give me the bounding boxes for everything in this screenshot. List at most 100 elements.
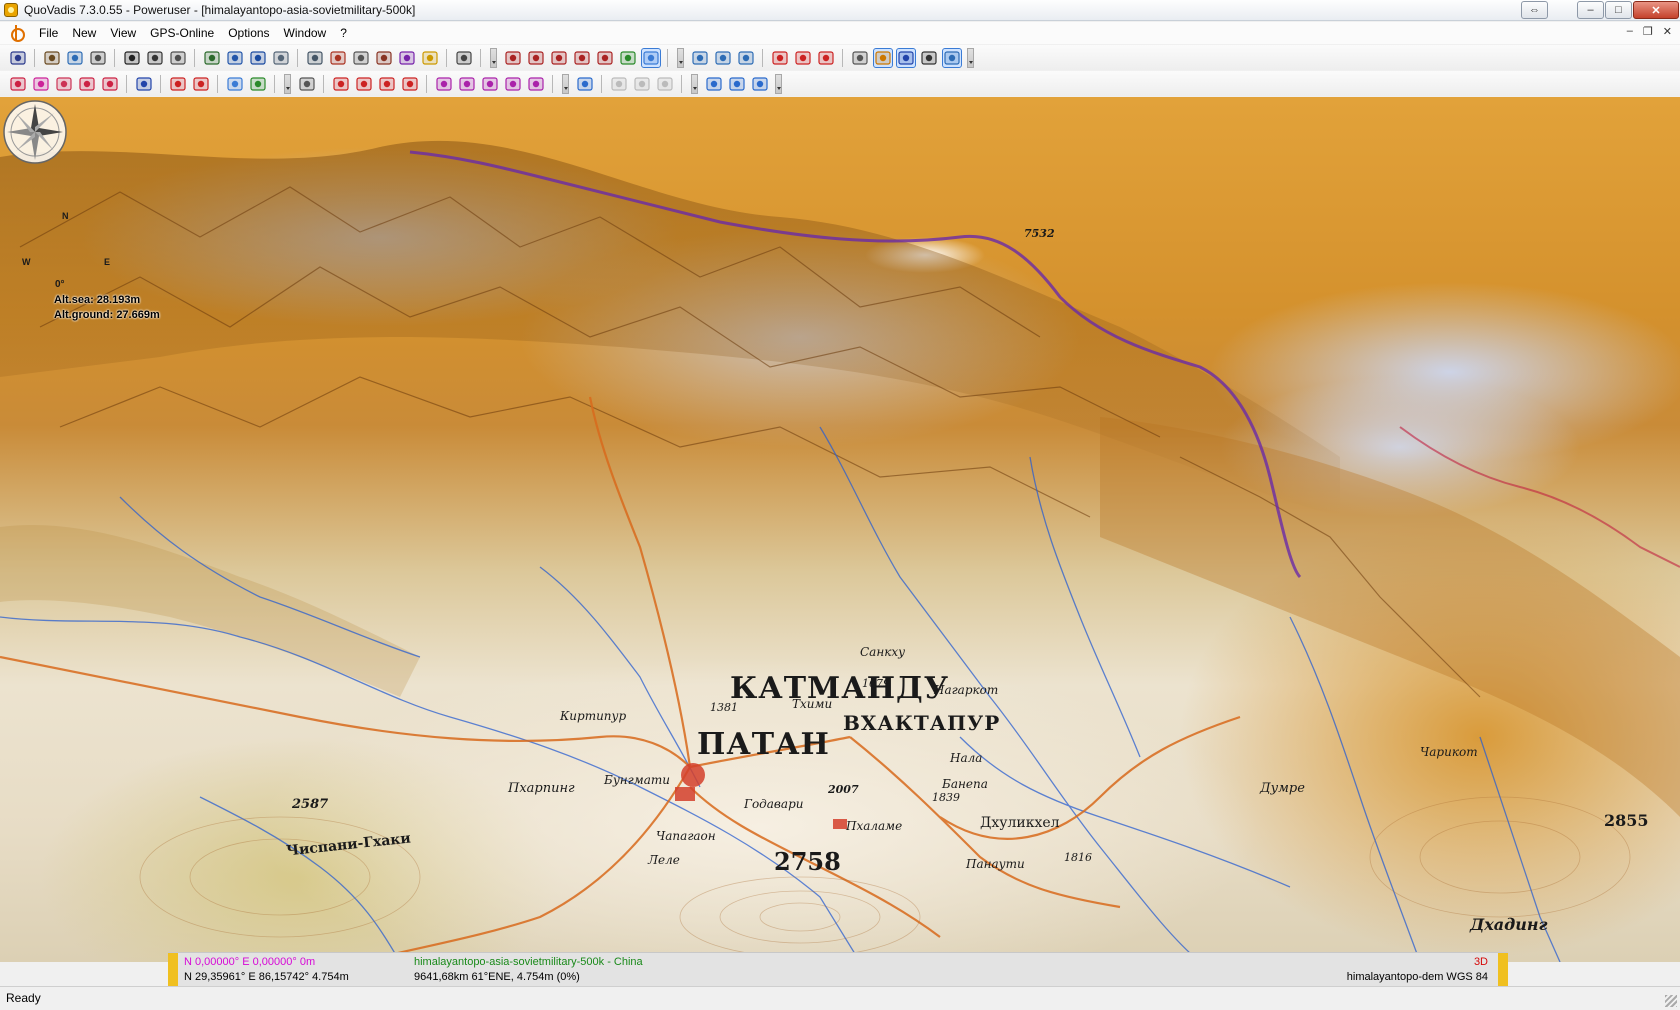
label-dhulikhel: Дхуликхел xyxy=(980,815,1060,831)
quovadis-app-icon[interactable] xyxy=(4,3,18,17)
search-icon[interactable] xyxy=(298,75,316,93)
zoom-fit-icon[interactable] xyxy=(573,49,591,67)
document-icon[interactable] xyxy=(135,75,153,93)
toolbar-overflow-button[interactable] xyxy=(490,47,497,68)
add-point-icon[interactable] xyxy=(771,49,789,67)
toolbar-overflow-button[interactable] xyxy=(562,73,569,94)
measure-icon[interactable] xyxy=(329,49,347,67)
menu-view[interactable]: View xyxy=(103,26,143,40)
tools-icon[interactable] xyxy=(455,49,473,67)
ruler-icon[interactable] xyxy=(421,49,439,67)
menu-file[interactable]: File xyxy=(32,26,65,40)
terrain-icon[interactable] xyxy=(203,49,221,67)
download-icon[interactable] xyxy=(737,49,755,67)
track-delete-3-icon[interactable] xyxy=(481,75,499,93)
track-delete-5-icon[interactable] xyxy=(527,75,545,93)
toolbar-overflow-button[interactable] xyxy=(284,73,291,94)
list-icon[interactable] xyxy=(272,49,290,67)
road-icon[interactable] xyxy=(375,49,393,67)
waypoint-move-icon[interactable] xyxy=(78,75,96,93)
label-nala: Нала xyxy=(950,751,983,765)
sync-2-icon[interactable] xyxy=(728,75,746,93)
track-delete-4-icon[interactable] xyxy=(504,75,522,93)
grid-lines-icon[interactable] xyxy=(920,49,938,67)
waypoint-list-icon[interactable] xyxy=(101,75,119,93)
map-color-icon[interactable] xyxy=(226,75,244,93)
delete-point-icon[interactable] xyxy=(817,49,835,67)
window-icon[interactable] xyxy=(941,47,962,68)
zoom-out-icon[interactable] xyxy=(527,49,545,67)
zoom-in-alt-icon[interactable] xyxy=(550,49,568,67)
binoculars-list-icon[interactable] xyxy=(146,49,164,67)
menu-new[interactable]: New xyxy=(65,26,103,40)
layers-icon[interactable] xyxy=(169,49,187,67)
toolbar-overflow-button[interactable] xyxy=(967,47,974,68)
chart-icon[interactable] xyxy=(751,75,769,93)
mdi-restore-button[interactable]: ❐ xyxy=(1643,25,1653,38)
mdi-close-button[interactable]: ✕ xyxy=(1663,25,1672,38)
menu-window[interactable]: Window xyxy=(277,26,334,40)
back-icon[interactable] xyxy=(691,49,709,67)
target-icon[interactable] xyxy=(249,49,267,67)
disabled-icon-1[interactable] xyxy=(610,75,628,93)
title-bar[interactable]: QuoVadis 7.3.0.55 - Poweruser - [himalay… xyxy=(0,0,1680,21)
route-delete-3-icon[interactable] xyxy=(378,75,396,93)
track-delete-2-icon[interactable] xyxy=(458,75,476,93)
track-icon[interactable] xyxy=(872,47,893,68)
quovadis-app-window: QuoVadis 7.3.0.55 - Poweruser - [himalay… xyxy=(0,0,1680,1010)
zoom-3d-icon[interactable] xyxy=(640,47,661,68)
route-delete-2-icon[interactable] xyxy=(355,75,373,93)
toolbar-overflow-button[interactable] xyxy=(691,73,698,94)
flag-right-icon[interactable] xyxy=(192,75,210,93)
three-d-icon[interactable] xyxy=(619,49,637,67)
grid-icon[interactable] xyxy=(226,49,244,67)
secondary-toolbar xyxy=(0,71,1680,96)
label-chapagaun: Чапагаон xyxy=(656,829,716,843)
map-grid-icon[interactable] xyxy=(249,75,267,93)
flag-left-icon[interactable] xyxy=(169,75,187,93)
copy-icon[interactable] xyxy=(66,49,84,67)
maximize-button[interactable]: □ xyxy=(1605,1,1632,19)
menu-options[interactable]: Options xyxy=(221,26,276,40)
menu-gps-online[interactable]: GPS-Online xyxy=(143,26,221,40)
track-delete-icon[interactable] xyxy=(435,75,453,93)
gps-crosshair-icon[interactable] xyxy=(8,25,25,42)
compass-icon[interactable] xyxy=(895,47,916,68)
minimize-button[interactable]: – xyxy=(1577,1,1604,19)
route-edit-icon[interactable] xyxy=(851,49,869,67)
forward-icon[interactable] xyxy=(714,49,732,67)
toolbar-overflow-button[interactable] xyxy=(677,47,684,68)
route-delete-4-icon[interactable] xyxy=(401,75,419,93)
cut-icon[interactable] xyxy=(9,49,27,67)
disabled-icon-2[interactable] xyxy=(633,75,651,93)
map-layers-icon[interactable] xyxy=(576,75,594,93)
label-godavari: Годавари xyxy=(744,797,804,811)
label-bhaktapur: ВХАКТАПУР xyxy=(843,711,1001,735)
layers-stack-icon[interactable] xyxy=(306,49,324,67)
clock-icon[interactable] xyxy=(352,49,370,67)
map-3d-view[interactable]: N E W 0° Alt.sea: 28.193m Alt.ground: 27… xyxy=(0,97,1680,962)
label-sankhu: Санкху xyxy=(860,645,906,659)
menu-help[interactable]: ? xyxy=(333,26,354,40)
waypoint-edit-icon[interactable] xyxy=(32,75,50,93)
waypoint-copy-icon[interactable] xyxy=(55,75,73,93)
edit-icon[interactable] xyxy=(43,49,61,67)
waypoint-new-icon[interactable] xyxy=(9,75,27,93)
resize-grip[interactable] xyxy=(1665,995,1677,1007)
route-delete-icon[interactable] xyxy=(332,75,350,93)
sync-icon[interactable] xyxy=(705,75,723,93)
altitude-ground-readout: Alt.ground: 27.669m xyxy=(54,309,160,321)
zoom-in-icon[interactable] xyxy=(504,49,522,67)
restore-layout-button[interactable]: ⇔ xyxy=(1521,1,1548,19)
zoom-rect-icon[interactable] xyxy=(596,49,614,67)
compass-rose-icon[interactable] xyxy=(0,97,70,167)
binoculars-icon[interactable] xyxy=(123,49,141,67)
remove-point-icon[interactable] xyxy=(794,49,812,67)
route-icon[interactable] xyxy=(398,49,416,67)
compass-west-label: W xyxy=(22,257,31,267)
print-icon[interactable] xyxy=(89,49,107,67)
toolbar-overflow-button[interactable] xyxy=(775,73,782,94)
close-button[interactable]: ✕ xyxy=(1633,1,1679,19)
mdi-minimize-button[interactable]: – xyxy=(1627,25,1633,38)
disabled-icon-3[interactable] xyxy=(656,75,674,93)
